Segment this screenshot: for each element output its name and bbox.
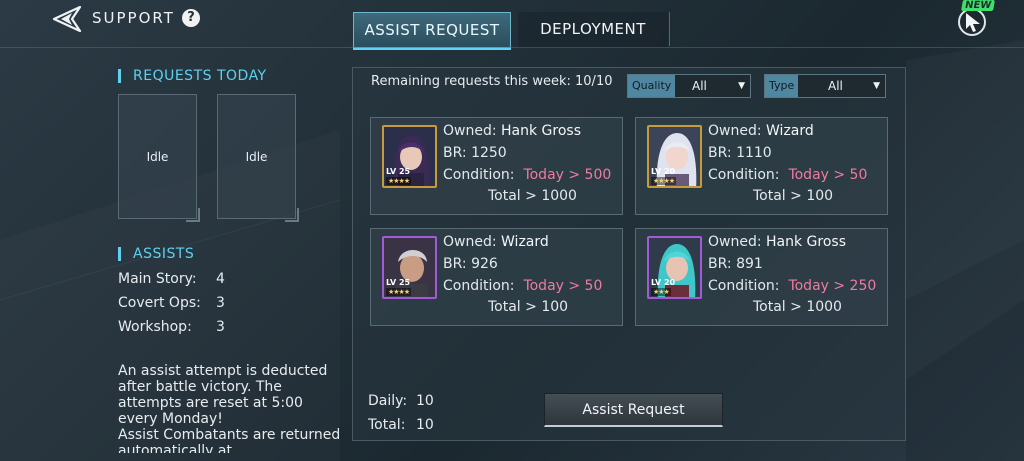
star-rating: ★★★★: [386, 177, 412, 185]
owned-line: Owned: Wizard: [708, 123, 814, 139]
assist-label: Workshop:: [118, 319, 192, 335]
daily-label: Daily:: [368, 393, 408, 409]
owned-label: Owned:: [443, 234, 497, 250]
assist-value: 4: [216, 271, 225, 287]
requests-today-title: REQUESTS TODAY: [118, 69, 267, 83]
back-arrow-icon[interactable]: [52, 6, 82, 32]
br-line: BR: 1110: [708, 145, 772, 161]
br-line: BR: 1250: [443, 145, 507, 161]
total-count: Total: 10: [368, 417, 434, 433]
character-portrait: LV 20 ★★★: [647, 236, 702, 299]
br-label: BR:: [443, 256, 467, 272]
quality-filter-label: Quality: [628, 75, 676, 97]
condition-today: Today > 50: [788, 167, 868, 183]
level-badge: LV 20: [651, 167, 676, 176]
condition-label: Condition:: [443, 278, 515, 294]
page-title: SUPPORT: [92, 9, 175, 27]
condition-label: Condition:: [443, 167, 515, 183]
condition-label: Condition:: [708, 278, 780, 294]
br-value: 1110: [736, 145, 772, 161]
assist-label: Main Story:: [118, 271, 197, 287]
condition-total: Total > 100: [488, 299, 569, 315]
assist-card-3[interactable]: LV 25 ★★★★ Owned: Wizard BR: 926 Conditi…: [370, 228, 623, 326]
owned-value: Wizard: [501, 234, 549, 250]
br-value: 926: [471, 256, 498, 272]
type-filter-value: All: [828, 79, 843, 93]
condition-line: Condition: Today > 50: [443, 278, 602, 294]
type-filter-label: Type: [765, 75, 799, 97]
type-filter-dropdown[interactable]: Type All ▼: [764, 74, 886, 98]
quality-filter-dropdown[interactable]: Quality All ▼: [627, 74, 751, 98]
assists-title: ASSISTS: [118, 247, 194, 261]
owned-line: Owned: Wizard: [443, 234, 549, 250]
owned-line: Owned: Hank Gross: [708, 234, 846, 250]
condition-total: Total > 1000: [753, 299, 842, 315]
tab-assist-request[interactable]: ASSIST REQUEST: [353, 12, 511, 50]
daily-count: Daily: 10: [368, 393, 434, 409]
condition-line: Condition: Today > 500: [443, 167, 611, 183]
owned-label: Owned:: [708, 123, 762, 139]
tab-divider: [669, 12, 670, 46]
assist-main-story: Main Story: 4: [118, 271, 225, 287]
total-value: 10: [416, 417, 434, 433]
assist-workshop: Workshop: 3: [118, 319, 225, 335]
assist-label: Covert Ops:: [118, 295, 201, 311]
help-icon[interactable]: ?: [182, 9, 200, 27]
star-rating: ★★★★: [651, 177, 677, 185]
assist-value: 3: [216, 319, 225, 335]
assist-info-text: An assist attempt is deducted after batt…: [118, 363, 341, 453]
br-label: BR:: [708, 256, 732, 272]
character-portrait: LV 20 ★★★★: [647, 125, 702, 188]
assist-value: 3: [216, 295, 225, 311]
request-slot-1[interactable]: Idle: [118, 94, 200, 222]
chevron-down-icon: ▼: [873, 81, 880, 91]
chevron-down-icon: ▼: [738, 81, 745, 91]
header-divider: [0, 47, 1024, 48]
remaining-value: 10/10: [575, 74, 613, 89]
quality-filter-value: All: [692, 79, 707, 93]
owned-line: Owned: Hank Gross: [443, 123, 581, 139]
condition-today: Today > 500: [523, 167, 612, 183]
condition-label: Condition:: [708, 167, 780, 183]
owned-value: Wizard: [766, 123, 814, 139]
assist-card-4[interactable]: LV 20 ★★★ Owned: Hank Gross BR: 891 Cond…: [635, 228, 888, 326]
condition-line: Condition: Today > 250: [708, 278, 876, 294]
assist-card-1[interactable]: LV 25 ★★★★ Owned: Hank Gross BR: 1250 Co…: [370, 117, 623, 215]
level-badge: LV 20: [651, 278, 676, 287]
condition-total: Total > 1000: [488, 188, 577, 204]
condition-line: Condition: Today > 50: [708, 167, 867, 183]
total-label: Total:: [368, 417, 406, 433]
request-slot-2[interactable]: Idle: [217, 94, 299, 222]
assist-covert-ops: Covert Ops: 3: [118, 295, 225, 311]
br-label: BR:: [443, 145, 467, 161]
owned-value: Hank Gross: [501, 123, 582, 139]
br-value: 891: [736, 256, 763, 272]
star-rating: ★★★: [651, 288, 671, 296]
character-portrait: LV 25 ★★★★: [382, 125, 437, 188]
level-badge: LV 25: [386, 278, 411, 287]
condition-today: Today > 50: [523, 278, 603, 294]
assist-request-button[interactable]: Assist Request: [544, 393, 723, 427]
condition-total: Total > 100: [753, 188, 834, 204]
remaining-requests: Remaining requests this week: 10/10: [371, 74, 612, 89]
assist-card-2[interactable]: LV 20 ★★★★ Owned: Wizard BR: 1110 Condit…: [635, 117, 888, 215]
level-badge: LV 25: [386, 167, 411, 176]
tab-deployment[interactable]: DEPLOYMENT: [518, 12, 668, 48]
owned-label: Owned:: [443, 123, 497, 139]
remaining-label: Remaining requests this week:: [371, 74, 571, 89]
owned-value: Hank Gross: [766, 234, 847, 250]
daily-value: 10: [416, 393, 434, 409]
star-rating: ★★★★: [386, 288, 412, 296]
character-portrait: LV 25 ★★★★: [382, 236, 437, 299]
br-value: 1250: [471, 145, 507, 161]
new-badge: NEW: [961, 0, 996, 11]
condition-today: Today > 250: [788, 278, 877, 294]
br-label: BR:: [708, 145, 732, 161]
br-line: BR: 891: [708, 256, 763, 272]
br-line: BR: 926: [443, 256, 498, 272]
owned-label: Owned:: [708, 234, 762, 250]
